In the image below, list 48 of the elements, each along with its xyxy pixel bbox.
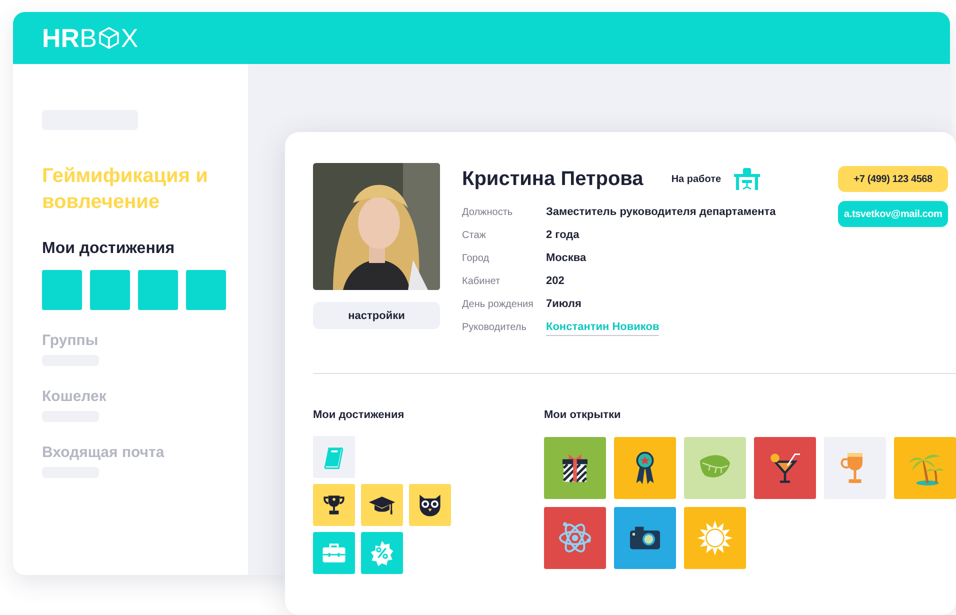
field-label: Стаж [462,229,487,243]
achievement-tile[interactable] [361,532,403,574]
achievement-tile[interactable] [313,484,355,526]
profile-name: Кристина Петрова [462,168,644,190]
field-label: Кабинет [462,275,502,289]
sidebar-heading: Мои достижения [42,240,176,258]
achievement-tile[interactable] [313,532,355,574]
cube-icon [98,26,120,50]
sidebar-item[interactable]: Входящая почта [42,444,164,461]
manager-link[interactable]: Константин Новиков [546,319,660,336]
section-title: Геймификация и вовлечение [42,164,209,215]
postcard-tile[interactable] [824,437,886,499]
postcard-tile[interactable] [614,437,676,499]
achievement-tile[interactable] [409,484,451,526]
sidebar-item[interactable]: Группы [42,332,98,349]
phone-button[interactable]: +7 (499) 123 4568 [838,166,948,192]
settings-button[interactable]: настройки [313,302,440,329]
achievement-slot [42,270,82,310]
achievement-tile[interactable] [361,484,403,526]
achievement-slot [186,270,226,310]
postcard-tile[interactable] [684,437,746,499]
field-label: Город [462,252,490,266]
field-value: 7июля [546,297,582,312]
postcard-tile[interactable] [754,437,816,499]
postcard-tile[interactable] [614,507,676,569]
logo-text: X [120,22,138,54]
achievement-slot [90,270,130,310]
field-value: Заместитель руководителя департамента [546,205,776,220]
postcard-tile[interactable] [544,507,606,569]
logo-text: HR [42,22,80,54]
achievement-tile[interactable] [313,436,355,478]
postcard-tile[interactable] [894,437,956,499]
achievement-slot [138,270,178,310]
field-value: Москва [546,251,586,266]
postcard-tile[interactable] [684,507,746,569]
status-label: На работе [671,174,722,184]
field-label: Руководитель [462,321,528,335]
logo-text: B [80,22,97,54]
field-label: Должность [462,206,514,220]
section-heading: Мои открытки [544,409,621,421]
section-heading: Мои достижения [313,409,404,421]
postcard-tile[interactable] [544,437,606,499]
field-value: 202 [546,274,564,289]
desk-icon [734,168,760,190]
field-value: 2 года [546,228,580,243]
email-button[interactable]: a.tsvetkov@mail.com [838,201,948,227]
field-label: День рождения [462,298,534,312]
sidebar-item[interactable]: Кошелек [42,388,106,405]
